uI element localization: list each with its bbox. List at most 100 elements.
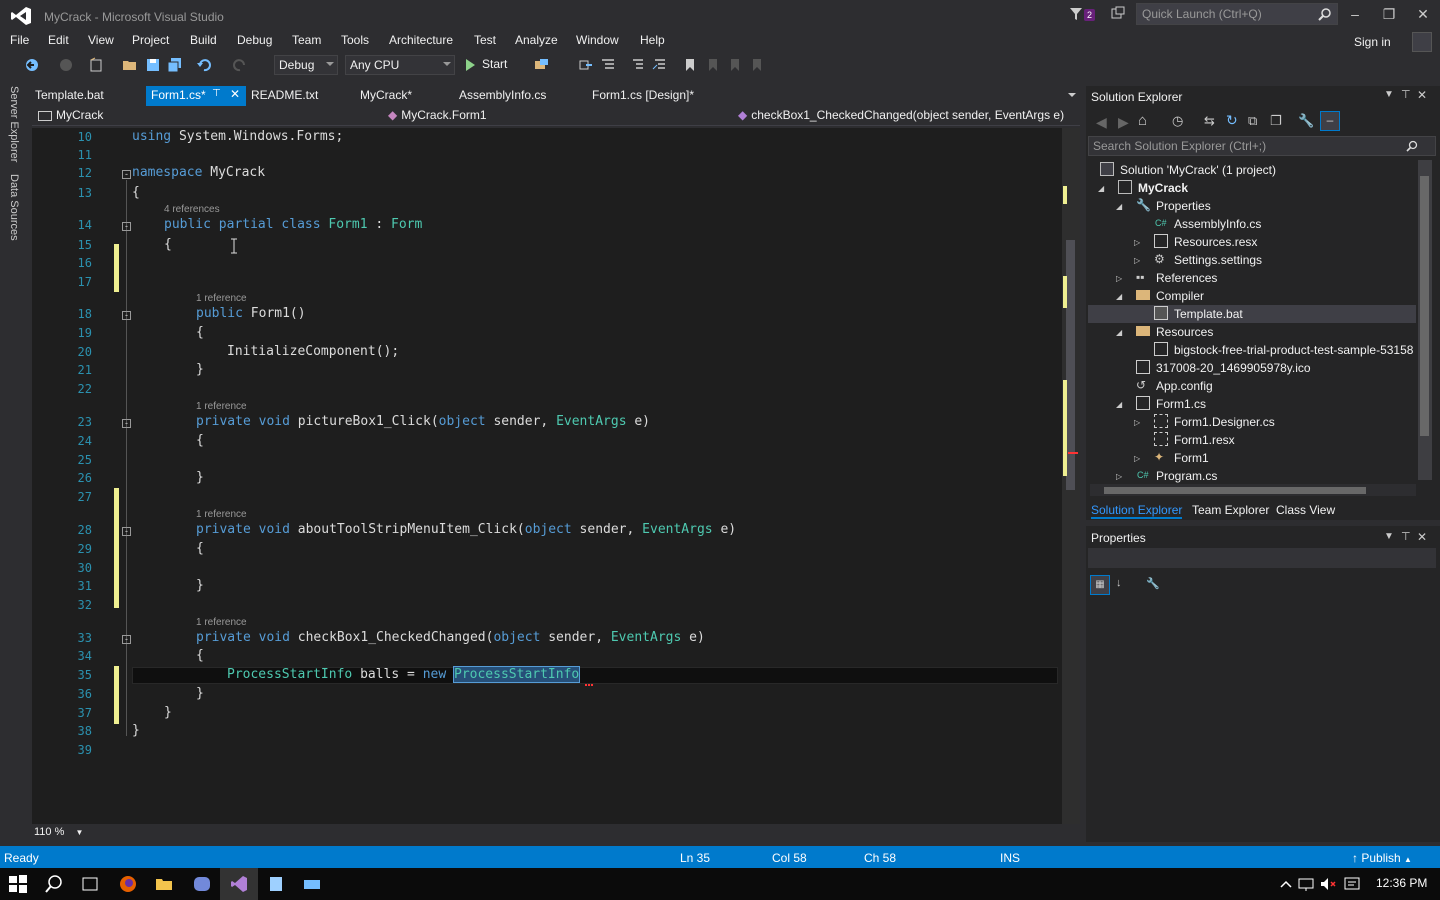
property-pages-icon[interactable]: 🔧 xyxy=(1146,577,1160,590)
notification-count-badge[interactable]: 2 xyxy=(1084,9,1096,21)
menu-analyze[interactable]: Analyze xyxy=(515,33,558,47)
expanded-icon[interactable]: ◢ xyxy=(1116,202,1122,211)
navigate-back-icon[interactable] xyxy=(24,57,40,73)
tab-solution-explorer[interactable]: Solution Explorer xyxy=(1091,503,1183,519)
categorized-icon[interactable]: ▦ xyxy=(1090,575,1110,595)
menu-view[interactable]: View xyxy=(88,33,114,47)
open-file-icon[interactable] xyxy=(122,57,138,73)
properties-object-select[interactable] xyxy=(1088,548,1436,568)
notifications-flag-icon[interactable] xyxy=(1068,6,1084,22)
collapse-icon[interactable]: - xyxy=(122,419,131,428)
search-icon[interactable] xyxy=(1406,140,1418,152)
tree-item-properties[interactable]: Properties xyxy=(1156,199,1211,213)
close-panel-icon[interactable]: ✕ xyxy=(1417,530,1427,544)
expanded-icon[interactable]: ◢ xyxy=(1116,400,1122,409)
tree-item-solution[interactable]: Solution 'MyCrack' (1 project) xyxy=(1120,163,1276,177)
file-explorer-icon[interactable] xyxy=(154,874,174,894)
scrollbar-thumb[interactable] xyxy=(1420,176,1429,436)
properties-wrench-icon[interactable]: 🔧 xyxy=(1298,113,1314,129)
next-bookmark-icon[interactable] xyxy=(727,57,743,73)
tree-item-compiler[interactable]: Compiler xyxy=(1156,289,1204,303)
action-center-icon[interactable] xyxy=(1342,874,1362,894)
quick-launch-input[interactable]: Quick Launch (Ctrl+Q) xyxy=(1136,3,1338,25)
configuration-select[interactable]: Debug xyxy=(274,55,338,75)
visual-studio-taskbar-icon[interactable] xyxy=(229,874,249,894)
browser-link-icon[interactable] xyxy=(534,57,550,73)
system-clock[interactable]: 12:36 PM xyxy=(1376,876,1427,890)
preview-selected-icon[interactable]: – xyxy=(1320,111,1340,131)
tree-item-bigstock-image[interactable]: bigstock-free-trial-product-test-sample-… xyxy=(1174,343,1416,357)
back-icon[interactable]: ◀ xyxy=(1096,114,1107,131)
tree-item-project[interactable]: MyCrack xyxy=(1138,181,1188,195)
collapse-all-icon[interactable]: ⧉ xyxy=(1248,113,1257,129)
sign-in-link[interactable]: Sign in xyxy=(1354,35,1391,49)
collapsed-icon[interactable]: ▷ xyxy=(1116,274,1122,283)
tree-item-form1-class[interactable]: Form1 xyxy=(1174,451,1209,465)
keyboard-app-icon[interactable] xyxy=(302,874,322,894)
show-all-files-icon[interactable]: ❐ xyxy=(1270,113,1282,129)
tree-item-resources-resx[interactable]: Resources.resx xyxy=(1174,235,1257,249)
class-dropdown[interactable]: ◆ MyCrack.Form1 xyxy=(386,108,728,126)
account-icon[interactable] xyxy=(1412,32,1432,52)
menu-project[interactable]: Project xyxy=(132,33,169,47)
tree-item-form1-resx[interactable]: Form1.resx xyxy=(1174,433,1235,447)
scrollbar-thumb[interactable] xyxy=(1104,487,1366,494)
menu-test[interactable]: Test xyxy=(474,33,496,47)
tree-item-ico[interactable]: 317008-20_1469905978y.ico xyxy=(1156,361,1311,375)
expanded-icon[interactable]: ◢ xyxy=(1116,292,1122,301)
chevron-down-icon[interactable] xyxy=(1068,93,1076,97)
data-sources-tab[interactable]: Data Sources xyxy=(8,174,20,241)
close-tab-icon[interactable]: ✕ xyxy=(230,87,240,101)
undo-icon[interactable] xyxy=(196,57,212,73)
editor-horizontal-scrollbar[interactable] xyxy=(100,826,1060,838)
collapse-icon[interactable]: - xyxy=(122,222,131,231)
selected-text[interactable]: ProcessStartInfo xyxy=(452,666,581,683)
tree-item-program-cs[interactable]: Program.cs xyxy=(1156,469,1217,483)
task-view-icon[interactable] xyxy=(80,874,100,894)
notepad-icon[interactable] xyxy=(266,874,286,894)
tree-item-app-config[interactable]: App.config xyxy=(1156,379,1213,393)
expanded-icon[interactable]: ◢ xyxy=(1116,328,1122,337)
project-dropdown[interactable]: MyCrack xyxy=(36,108,378,126)
tab-form1-design[interactable]: Form1.cs [Design]* xyxy=(587,86,699,106)
tab-readme-txt[interactable]: README.txt xyxy=(246,86,323,106)
tree-item-resources-folder[interactable]: Resources xyxy=(1156,325,1213,339)
tab-assemblyinfo-cs[interactable]: AssemblyInfo.cs xyxy=(454,86,551,106)
clear-bookmarks-icon[interactable] xyxy=(749,57,765,73)
home-icon[interactable]: ⌂ xyxy=(1138,112,1147,129)
member-dropdown[interactable]: ◆ checkBox1_CheckedChanged(object sender,… xyxy=(736,108,1076,126)
code-editor[interactable]: 10 11 12 13 14 15 16 17 18 19 20 21 22 2… xyxy=(32,128,1062,824)
tab-team-explorer[interactable]: Team Explorer xyxy=(1192,503,1269,517)
forward-icon[interactable]: ▶ xyxy=(1118,114,1129,131)
collapsed-icon[interactable]: ▷ xyxy=(1134,418,1140,427)
save-icon[interactable] xyxy=(145,57,161,73)
platform-select[interactable]: Any CPU xyxy=(345,55,455,75)
solution-search-input[interactable]: Search Solution Explorer (Ctrl+;) xyxy=(1088,136,1436,156)
alphabetical-icon[interactable]: ↓ xyxy=(1116,577,1122,589)
tab-mycrack[interactable]: MyCrack* xyxy=(355,86,417,106)
dropdown-icon[interactable]: ▼ xyxy=(1384,531,1394,542)
collapse-icon[interactable]: - xyxy=(122,170,131,179)
menu-debug[interactable]: Debug xyxy=(237,33,272,47)
collapsed-icon[interactable]: ▷ xyxy=(1134,256,1140,265)
uncomment-icon[interactable] xyxy=(652,57,668,73)
step-icon[interactable] xyxy=(578,57,594,73)
pin-icon[interactable]: ⊤ xyxy=(212,88,221,99)
collapsed-icon[interactable]: ▷ xyxy=(1116,472,1122,481)
tab-class-view[interactable]: Class View xyxy=(1276,503,1335,517)
collapse-icon[interactable]: - xyxy=(122,527,131,536)
expanded-icon[interactable]: ◢ xyxy=(1098,184,1104,193)
new-project-icon[interactable] xyxy=(88,57,104,73)
codelens-references[interactable]: 4 references xyxy=(164,204,220,215)
codelens-references[interactable]: 1 reference xyxy=(196,617,247,628)
codelens-references[interactable]: 1 reference xyxy=(196,401,247,412)
codelens-references[interactable]: 1 reference xyxy=(196,509,247,520)
pending-changes-icon[interactable]: ◷ xyxy=(1172,113,1183,129)
menu-build[interactable]: Build xyxy=(190,33,217,47)
tab-form1-cs[interactable]: Form1.cs* ⊤ ✕ xyxy=(146,86,246,106)
chevron-up-icon[interactable] xyxy=(1276,874,1296,894)
pin-icon[interactable]: ⊤ xyxy=(1401,530,1411,543)
windows-start-icon[interactable] xyxy=(8,874,28,894)
restore-button[interactable]: ❐ xyxy=(1372,0,1406,28)
tree-item-assemblyinfo[interactable]: AssemblyInfo.cs xyxy=(1174,217,1261,231)
